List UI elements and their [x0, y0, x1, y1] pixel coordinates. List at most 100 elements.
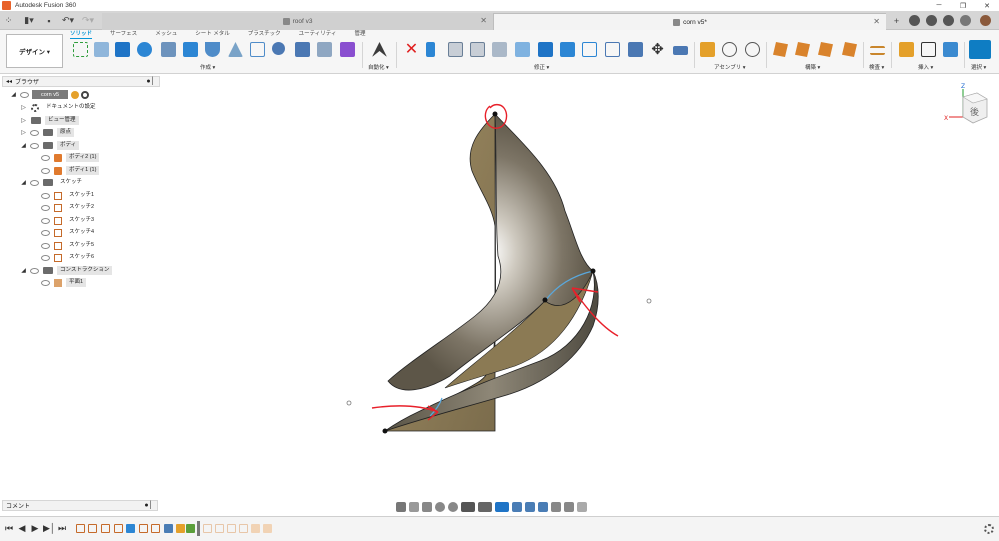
play-icon[interactable]: ▶ [30, 523, 40, 535]
tree-node-body2[interactable]: ボディ2 (1) [38, 152, 100, 163]
visibility-eye-icon[interactable] [30, 179, 39, 186]
new-component-icon[interactable] [73, 42, 88, 57]
step-forward-icon[interactable]: ▶│ [43, 523, 56, 535]
expand-arrow-icon[interactable]: ▷ [20, 104, 27, 111]
select-tool-icon[interactable] [969, 40, 991, 59]
thicken-icon[interactable] [317, 42, 332, 57]
redo-icon[interactable]: ↷▾ [80, 13, 96, 28]
tree-node-sketch4[interactable]: スケッチ4 [38, 227, 97, 238]
timeline-suppressed-item[interactable] [227, 524, 236, 533]
grid-snaps-icon[interactable] [478, 501, 492, 512]
activate-radio-icon[interactable] [81, 90, 89, 99]
timeline-suppressed-item[interactable] [263, 524, 272, 533]
chamfer-icon[interactable] [470, 42, 485, 57]
tree-node-named-views[interactable]: ▷ ビュー管理 [20, 115, 79, 126]
visibility-eye-icon[interactable] [41, 229, 50, 236]
tree-node-sketches[interactable]: ◢ スケッチ [20, 177, 85, 188]
tab-utility[interactable]: ユーティリティ [299, 30, 337, 39]
loft-icon[interactable] [183, 42, 198, 57]
timeline-sketch-item[interactable] [76, 524, 85, 533]
draft-icon[interactable] [515, 42, 530, 57]
visibility-eye-icon[interactable] [41, 279, 50, 286]
assemble-group-label[interactable]: アセンブリ ▾ [714, 63, 746, 71]
tree-node-sketch3[interactable]: スケッチ3 [38, 215, 97, 226]
visibility-eye-icon[interactable] [41, 204, 50, 211]
primitive-box-icon[interactable] [340, 42, 355, 57]
section-view-icon[interactable] [551, 501, 561, 512]
visibility-eye-icon[interactable] [41, 217, 50, 224]
browser-root-node[interactable]: ◢ corn v5 [10, 89, 89, 100]
timeline-sketch-item[interactable] [114, 524, 123, 533]
visibility-eye-icon[interactable] [41, 254, 50, 261]
collapse-panel-icon[interactable]: ◂◂ [6, 78, 12, 85]
joint-icon[interactable] [722, 42, 737, 57]
delete-icon[interactable]: ✕ [404, 42, 419, 58]
plane-at-angle-icon[interactable] [795, 42, 810, 57]
fit-icon[interactable] [448, 501, 458, 512]
sweep-icon[interactable] [161, 42, 176, 57]
visibility-eye-icon[interactable] [41, 167, 50, 174]
visibility-eye-icon[interactable] [41, 242, 50, 249]
expand-arrow-icon[interactable]: ◢ [20, 267, 27, 274]
user-avatar[interactable] [980, 15, 991, 26]
timeline-sketch-item[interactable] [151, 524, 160, 533]
tree-node-sketch1[interactable]: スケッチ1 [38, 190, 97, 201]
pattern-icon[interactable] [295, 42, 310, 57]
notifications-icon[interactable] [943, 15, 954, 26]
tree-node-body1[interactable]: ボディ1 (1) [38, 165, 100, 176]
new-component-assemble-icon[interactable] [700, 42, 715, 57]
timeline-suppressed-item[interactable] [203, 524, 212, 533]
vertex-point[interactable] [542, 297, 548, 303]
data-panel-grid-icon[interactable]: ⁘ [3, 13, 14, 28]
press-pull-icon[interactable] [426, 42, 435, 57]
expand-arrow-icon[interactable]: ▷ [20, 129, 27, 136]
midplane-icon[interactable] [842, 42, 857, 57]
tree-node-plane1[interactable]: 平面1 [38, 277, 87, 288]
vertex-point[interactable] [590, 268, 596, 274]
expand-arrow-icon[interactable]: ◢ [10, 91, 17, 98]
extensions-icon[interactable] [909, 15, 920, 26]
job-status-icon[interactable] [926, 15, 937, 26]
tab-roof-v3[interactable]: roof v3 ✕ [102, 13, 494, 30]
tree-node-bodies[interactable]: ◢ ボディ [20, 140, 80, 151]
move-copy-icon[interactable]: ✥ [650, 42, 665, 57]
extrude-icon[interactable] [115, 42, 130, 57]
offset-plane-icon[interactable] [773, 42, 788, 57]
model-canvas[interactable] [160, 76, 999, 516]
insert-canvas-icon[interactable] [943, 42, 958, 57]
browser-panel-header[interactable]: ◂◂ ブラウザ ●│ [2, 76, 160, 87]
web-icon[interactable] [228, 42, 243, 57]
tab-corn-v5[interactable]: corn v5* ✕ [494, 13, 886, 30]
cube-face-label[interactable]: 後 [970, 106, 979, 118]
create-sketch-icon[interactable] [94, 42, 109, 57]
tab-surface[interactable]: サーフェス [110, 30, 137, 39]
timeline-feature-item[interactable] [186, 524, 195, 533]
measure-icon[interactable] [870, 46, 885, 55]
tree-node-origin[interactable]: ▷ 原点 [20, 127, 75, 138]
timeline-suppressed-item[interactable] [239, 524, 248, 533]
revolve-icon[interactable] [137, 42, 152, 57]
tangent-plane-icon[interactable] [818, 42, 833, 57]
split-body-icon[interactable] [628, 42, 643, 57]
tree-node-sketch6[interactable]: スケッチ6 [38, 252, 97, 263]
construct-group-label[interactable]: 構築 ▾ [805, 63, 820, 71]
tree-node-construction[interactable]: ◢ コンストラクション [20, 265, 113, 276]
cube-view-icon[interactable] [525, 501, 535, 512]
inspect-group-label[interactable]: 検査 ▾ [869, 63, 884, 71]
rib-icon[interactable] [205, 42, 220, 57]
timeline-settings-gear-icon[interactable] [984, 524, 994, 534]
as-built-joint-icon[interactable] [745, 42, 760, 57]
expand-arrow-icon[interactable]: ◢ [20, 142, 27, 149]
vertex-point[interactable] [382, 428, 388, 434]
body-view-icon[interactable] [538, 501, 548, 512]
close-tab-icon[interactable]: ✕ [873, 17, 880, 26]
create-group-label[interactable]: 作成 ▾ [200, 63, 215, 71]
visibility-eye-icon[interactable] [30, 129, 39, 136]
timeline-feature-item[interactable] [126, 524, 135, 533]
view-cube[interactable]: 後 X Z [943, 83, 993, 133]
tree-node-sketch5[interactable]: スケッチ5 [38, 240, 97, 251]
tab-plastic[interactable]: プラスチック [248, 30, 281, 39]
timeline-suppressed-item[interactable] [215, 524, 224, 533]
zoom-icon[interactable] [435, 501, 445, 512]
wireframe-icon[interactable] [564, 501, 574, 512]
